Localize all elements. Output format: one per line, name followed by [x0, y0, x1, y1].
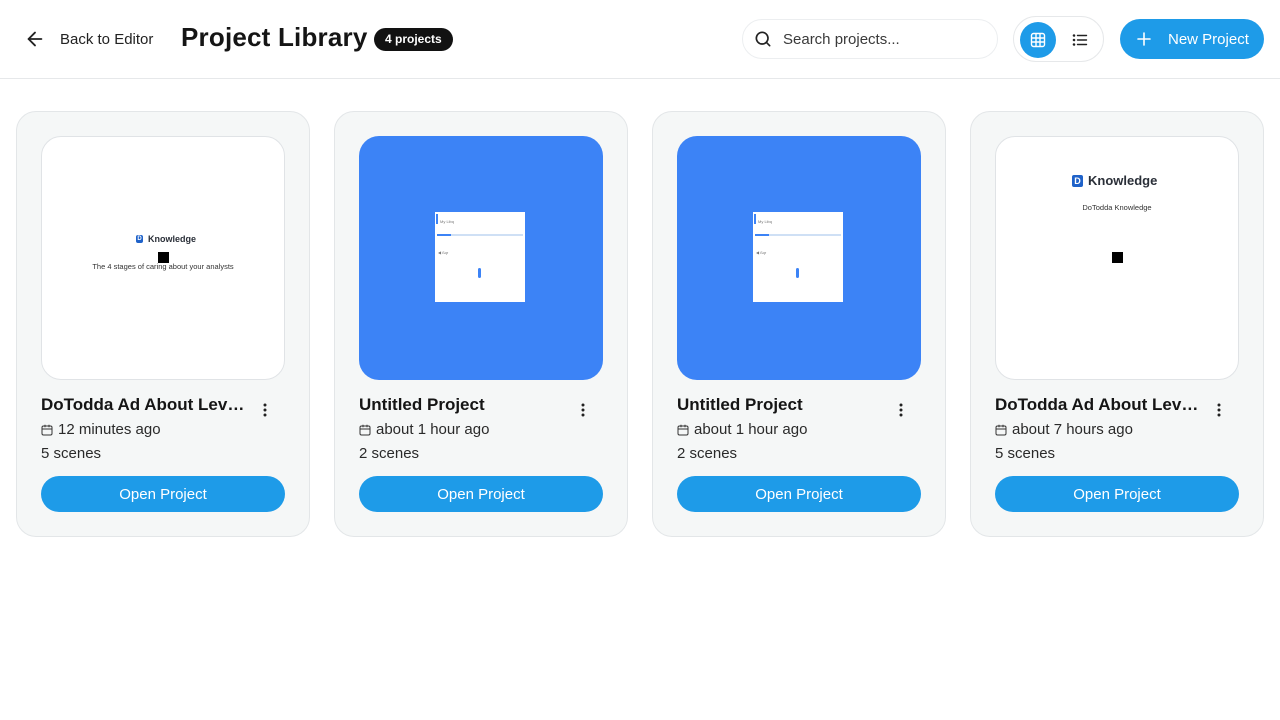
- more-vertical-icon: [1217, 403, 1221, 417]
- thumbnail-subtitle: DoTodda Knowledge: [1082, 203, 1152, 212]
- open-project-button[interactable]: Open Project: [677, 476, 921, 512]
- search-box: [742, 19, 998, 59]
- preview-marker: [478, 268, 481, 278]
- thumbnail-subtitle: The 4 stages of caring about your analys…: [92, 262, 234, 271]
- top-bar: Back to Editor Project Library 4 project…: [0, 0, 1280, 79]
- preview-title: My Libq: [440, 219, 455, 224]
- thumbnail-logo-text: Knowledge: [148, 234, 197, 244]
- plus-icon: [1137, 32, 1151, 46]
- more-vertical-icon: [263, 403, 267, 417]
- project-card: D Knowledge The 4 stages of caring about…: [16, 111, 310, 537]
- thumbnail-logo: D Knowledge: [1072, 173, 1157, 188]
- project-updated: about 7 hours ago: [995, 421, 1133, 438]
- open-project-button[interactable]: Open Project: [41, 476, 285, 512]
- project-updated-text: about 7 hours ago: [1012, 421, 1133, 438]
- more-options-button[interactable]: [573, 400, 593, 420]
- search-input[interactable]: [783, 30, 983, 48]
- preview-progress-fill: [437, 234, 451, 236]
- back-to-editor-label: Back to Editor: [60, 30, 154, 48]
- preview-marker: [796, 268, 799, 278]
- new-project-button[interactable]: New Project: [1120, 19, 1264, 59]
- logo-mark-icon: D: [136, 235, 143, 243]
- project-updated: about 1 hour ago: [677, 421, 807, 438]
- preview-side-bar: [754, 214, 756, 224]
- preview-label: ◀ ßqr: [756, 250, 767, 255]
- project-updated: 12 minutes ago: [41, 421, 161, 438]
- calendar-icon: [359, 424, 371, 435]
- open-project-button[interactable]: Open Project: [995, 476, 1239, 512]
- grid-view-button[interactable]: [1020, 22, 1056, 58]
- new-project-label: New Project: [1168, 30, 1249, 48]
- calendar-icon: [677, 424, 689, 435]
- preview-side-bar: [436, 214, 438, 224]
- arrow-left-icon: [27, 31, 43, 47]
- more-vertical-icon: [899, 403, 903, 417]
- preview-progress-fill: [755, 234, 769, 236]
- thumbnail-preview: My Libq ◀ ßqr: [753, 212, 843, 302]
- project-updated-text: 12 minutes ago: [58, 421, 161, 438]
- project-card: My Libq ◀ ßqr Untitled Project about 1 h…: [334, 111, 628, 537]
- preview-title: My Libq: [758, 219, 773, 224]
- search-icon: [755, 31, 771, 47]
- back-to-editor-button[interactable]: Back to Editor: [24, 25, 153, 53]
- thumbnail-black-square: [1112, 252, 1123, 263]
- preview-label: ◀ ßqr: [438, 250, 449, 255]
- project-name: Untitled Project: [359, 395, 485, 414]
- project-card: My Libq ◀ ßqr Untitled Project about 1 h…: [652, 111, 946, 537]
- scene-count: 5 scenes: [41, 445, 102, 462]
- page-title: Project Library: [181, 22, 368, 52]
- project-card: D Knowledge DoTodda Knowledge DoTodda Ad…: [970, 111, 1264, 537]
- calendar-icon: [41, 424, 53, 435]
- scene-count: 2 scenes: [677, 445, 738, 462]
- thumbnail-preview: My Libq ◀ ßqr: [435, 212, 525, 302]
- more-options-button[interactable]: [255, 400, 275, 420]
- logo-mark-icon: D: [1072, 174, 1083, 187]
- project-thumbnail[interactable]: My Libq ◀ ßqr: [359, 136, 603, 380]
- project-count-badge: 4 projects: [374, 28, 453, 51]
- project-updated-text: about 1 hour ago: [694, 421, 808, 438]
- more-options-button[interactable]: [1209, 400, 1229, 420]
- project-name: Untitled Project: [677, 395, 803, 414]
- list-icon: [1072, 34, 1088, 46]
- more-options-button[interactable]: [891, 400, 911, 420]
- project-thumbnail[interactable]: D Knowledge DoTodda Knowledge: [995, 136, 1239, 380]
- thumbnail-logo-text: Knowledge: [1088, 173, 1158, 188]
- view-mode-toggle: [1013, 16, 1104, 62]
- grid-icon: [1030, 32, 1046, 48]
- scene-count: 2 scenes: [359, 445, 420, 462]
- open-project-button[interactable]: Open Project: [359, 476, 603, 512]
- thumbnail-logo: D Knowledge: [136, 234, 196, 244]
- more-vertical-icon: [581, 403, 585, 417]
- project-thumbnail[interactable]: D Knowledge The 4 stages of caring about…: [41, 136, 285, 380]
- project-updated-text: about 1 hour ago: [376, 421, 490, 438]
- project-name: DoTodda Ad About Level...: [41, 395, 251, 414]
- project-thumbnail[interactable]: My Libq ◀ ßqr: [677, 136, 921, 380]
- project-name: DoTodda Ad About Level...: [995, 395, 1205, 414]
- list-view-button[interactable]: [1062, 22, 1098, 58]
- scene-count: 5 scenes: [995, 445, 1056, 462]
- calendar-icon: [995, 424, 1007, 435]
- project-updated: about 1 hour ago: [359, 421, 489, 438]
